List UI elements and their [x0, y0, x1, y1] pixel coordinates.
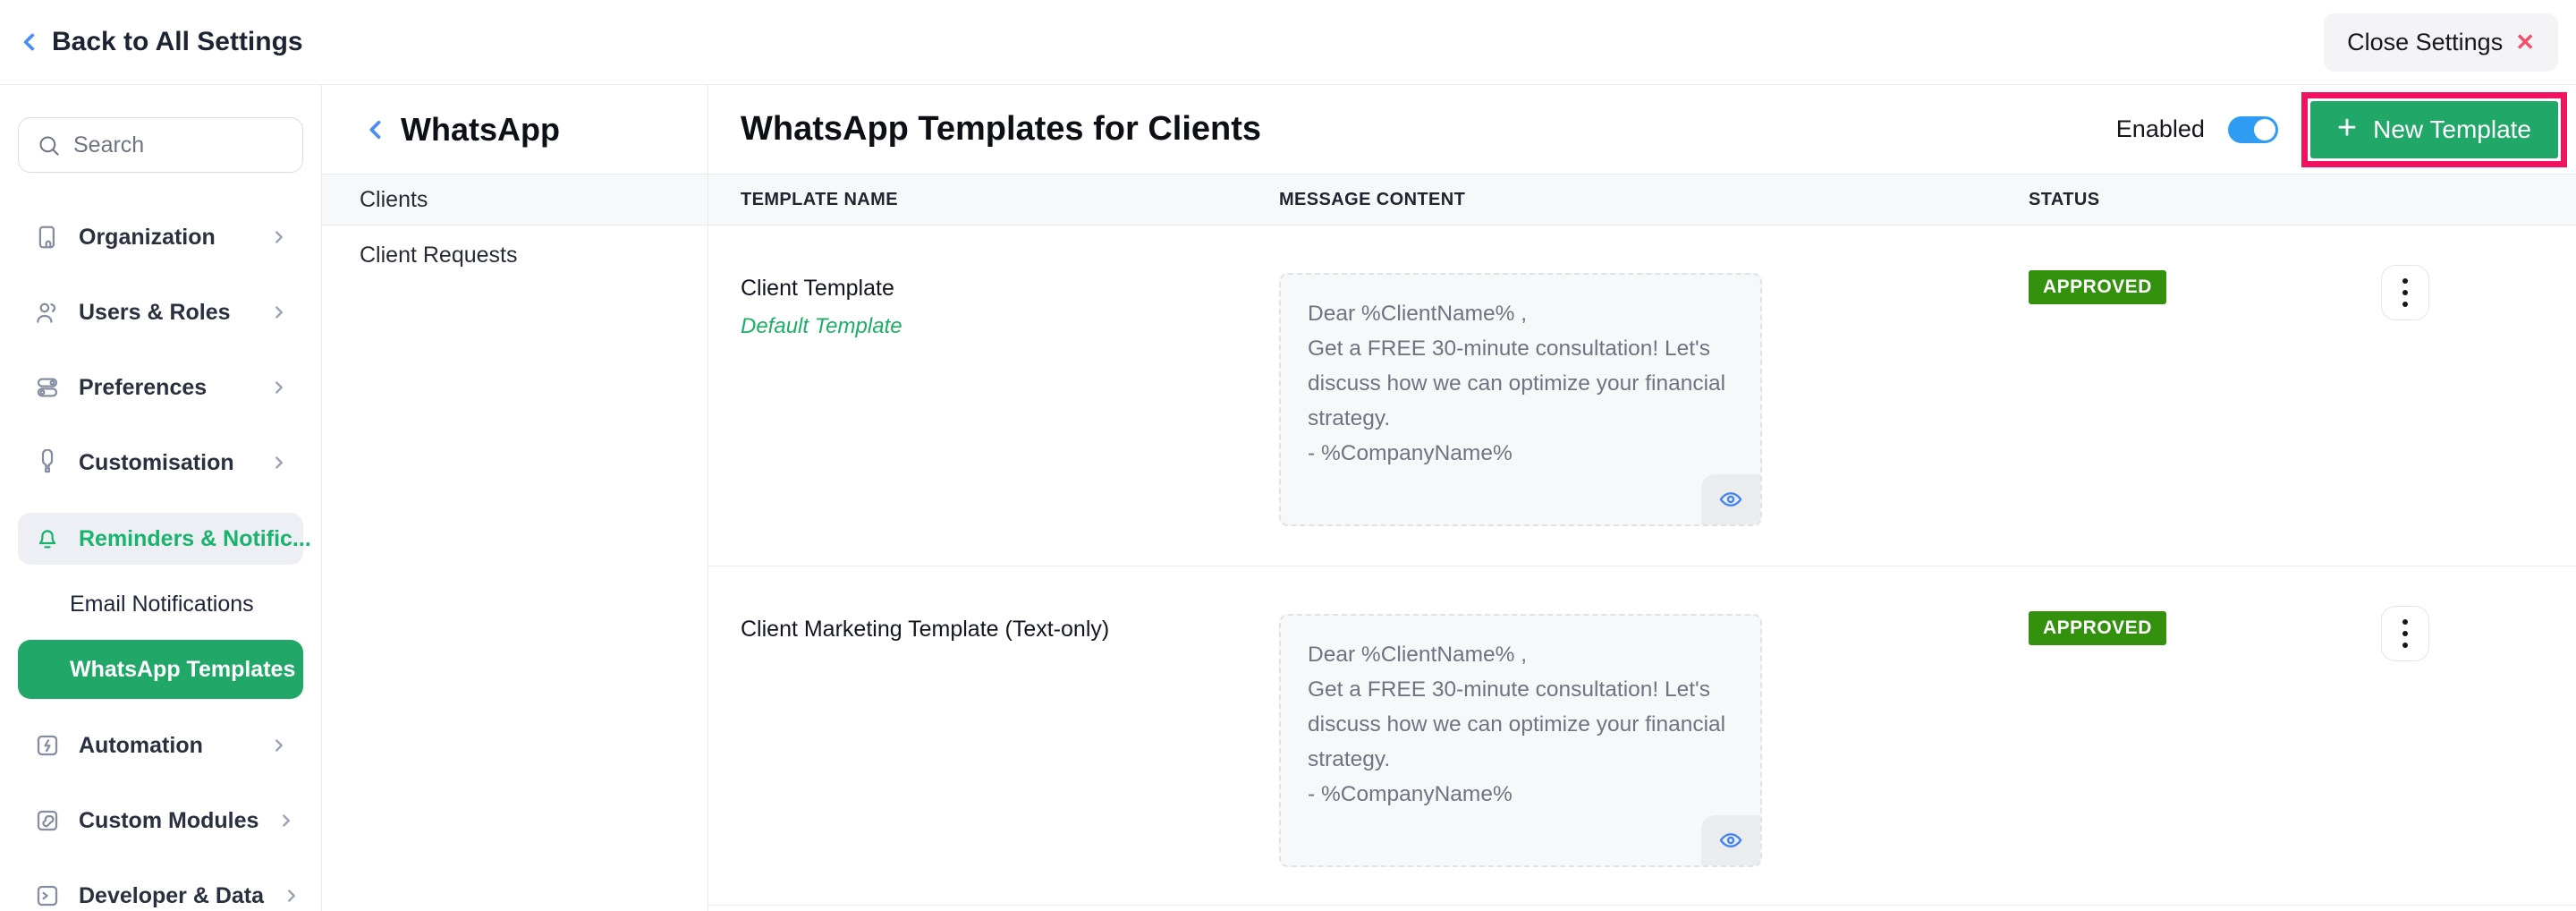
- chevron-right-icon: [269, 378, 289, 397]
- lightning-icon: [34, 732, 61, 759]
- page-title: WhatsApp Templates for Clients: [741, 110, 2116, 149]
- sliders-icon: [34, 374, 61, 401]
- chevron-right-icon: [269, 227, 289, 247]
- chevron-left-icon: [363, 115, 388, 144]
- sidebar-item-whatsapp-templates[interactable]: WhatsApp Templates: [18, 640, 303, 699]
- eye-icon: [1716, 487, 1746, 512]
- annotation-highlight-box: + New Template: [2301, 92, 2567, 167]
- settings-sidebar: Organization Users & Roles Preferences C…: [0, 85, 322, 911]
- new-template-button[interactable]: + New Template: [2310, 101, 2558, 158]
- paint-icon: [34, 449, 61, 476]
- template-name: Client Marketing Template (Text-only): [741, 617, 1279, 643]
- column-header-status: STATUS: [2029, 190, 2381, 210]
- sidebar-item-label: Reminders & Notific...: [79, 526, 311, 552]
- subnav-item-clients[interactable]: Clients: [322, 174, 708, 226]
- sidebar-item-developer-data[interactable]: Developer & Data: [18, 871, 303, 911]
- chevron-right-icon: [276, 811, 296, 830]
- sidebar-item-label: Users & Roles: [79, 300, 251, 326]
- table-row: Client Marketing Template (Text-only) De…: [708, 566, 2576, 906]
- column-header-message-content: MESSAGE CONTENT: [1279, 190, 2029, 210]
- chevron-left-icon: [18, 29, 41, 55]
- sidebar-item-customisation[interactable]: Customisation: [18, 438, 303, 488]
- users-icon: [34, 299, 61, 326]
- eye-icon: [1716, 828, 1746, 853]
- status-badge: APPROVED: [2029, 611, 2166, 645]
- subnav-item-label: Clients: [360, 187, 428, 213]
- search-icon: [37, 133, 61, 158]
- template-name: Client Template: [741, 276, 1279, 302]
- sidebar-item-users-roles[interactable]: Users & Roles: [18, 287, 303, 337]
- terminal-icon: [34, 882, 61, 909]
- toggle-knob: [2254, 119, 2275, 140]
- chevron-right-icon: [269, 302, 289, 322]
- back-to-whatsapp-button[interactable]: [363, 115, 388, 144]
- sidebar-item-label: Custom Modules: [79, 808, 258, 834]
- message-text: Dear %ClientName% , Get a FREE 30-minute…: [1308, 637, 1733, 812]
- main-content: WhatsApp Templates for Clients Enabled +…: [708, 85, 2576, 911]
- building-icon: [34, 224, 61, 251]
- subnav-title: WhatsApp: [401, 111, 560, 149]
- sidebar-item-label: Preferences: [79, 375, 251, 401]
- back-to-all-settings-button[interactable]: Back to All Settings: [18, 27, 303, 57]
- sidebar-item-preferences[interactable]: Preferences: [18, 362, 303, 413]
- message-content-box: Dear %ClientName% , Get a FREE 30-minute…: [1279, 614, 1762, 867]
- search-input[interactable]: [73, 132, 361, 158]
- sidebar-subitem-label: Email Notifications: [70, 592, 254, 617]
- sidebar-item-email-notifications[interactable]: Email Notifications: [18, 581, 303, 627]
- enabled-label: Enabled: [2116, 115, 2205, 143]
- subnav-item-client-requests[interactable]: Client Requests: [322, 226, 708, 285]
- message-text: Dear %ClientName% , Get a FREE 30-minute…: [1308, 296, 1733, 471]
- sidebar-subitem-label: WhatsApp Templates: [70, 657, 295, 683]
- chevron-right-icon: [269, 453, 289, 473]
- row-actions-menu-button[interactable]: [2381, 265, 2429, 320]
- table-header: TEMPLATE NAME MESSAGE CONTENT STATUS: [708, 174, 2576, 226]
- sidebar-item-label: Organization: [79, 225, 251, 251]
- chevron-right-icon: [269, 736, 289, 755]
- enabled-toggle[interactable]: [2228, 116, 2278, 143]
- status-badge: APPROVED: [2029, 270, 2166, 304]
- main-header: WhatsApp Templates for Clients Enabled +…: [708, 85, 2576, 174]
- close-settings-button[interactable]: Close Settings ✕: [2324, 13, 2558, 72]
- sidebar-item-custom-modules[interactable]: Custom Modules: [18, 796, 303, 846]
- sidebar-item-organization[interactable]: Organization: [18, 212, 303, 262]
- sidebar-item-reminders-notifications[interactable]: Reminders & Notific...: [18, 513, 303, 565]
- sidebar-item-automation[interactable]: Automation: [18, 720, 303, 771]
- table-row: Client Template Default Template Dear %C…: [708, 226, 2576, 566]
- column-header-template-name: TEMPLATE NAME: [741, 190, 1279, 210]
- search-box: [18, 117, 303, 173]
- whatsapp-subnav-panel: WhatsApp Clients Client Requests: [322, 85, 708, 911]
- preview-button[interactable]: [1701, 474, 1760, 524]
- close-settings-label: Close Settings: [2347, 29, 2503, 56]
- back-label: Back to All Settings: [52, 27, 303, 57]
- new-template-label: New Template: [2373, 115, 2531, 144]
- sidebar-item-label: Automation: [79, 733, 251, 759]
- plus-icon: +: [2337, 111, 2357, 145]
- message-content-box: Dear %ClientName% , Get a FREE 30-minute…: [1279, 273, 1762, 526]
- subnav-header: WhatsApp: [322, 85, 708, 174]
- topbar: Back to All Settings Close Settings ✕: [0, 0, 2576, 85]
- bell-icon: [34, 525, 61, 552]
- module-icon: [34, 807, 61, 834]
- subnav-item-label: Client Requests: [360, 243, 517, 268]
- chevron-right-icon: [282, 886, 301, 906]
- close-icon: ✕: [2515, 30, 2535, 54]
- sidebar-item-label: Customisation: [79, 450, 251, 476]
- sidebar-item-label: Developer & Data: [79, 883, 264, 909]
- row-actions-menu-button[interactable]: [2381, 606, 2429, 661]
- preview-button[interactable]: [1701, 815, 1760, 865]
- default-template-label: Default Template: [741, 314, 1279, 339]
